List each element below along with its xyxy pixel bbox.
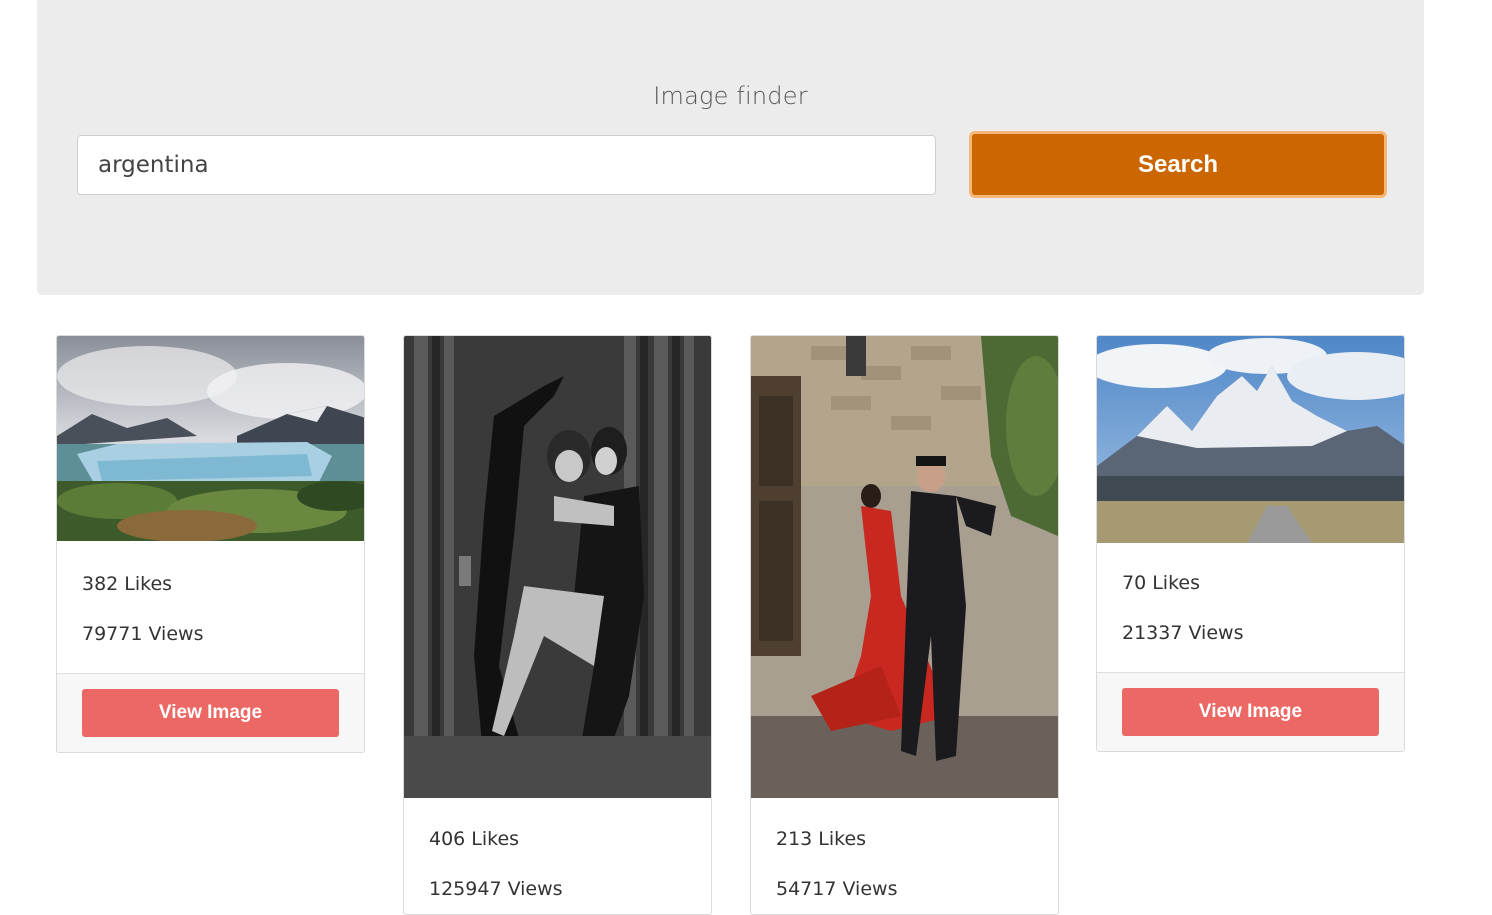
image-card: 213 Likes 54717 Views [750,335,1059,915]
search-panel: Image finder Search [37,0,1424,295]
image-card: 382 Likes 79771 Views View Image [56,335,365,753]
card-image[interactable] [404,336,711,798]
page-title: Image finder [653,82,808,110]
tango-dancers-red-dress-image [751,336,1058,798]
card-image[interactable] [57,336,364,541]
views-count: 21337 Views [1122,622,1244,644]
views-count: 125947 Views [429,878,563,900]
tango-dancers-bw-image [404,336,711,798]
card-image[interactable] [1097,336,1404,543]
search-input[interactable] [77,135,936,195]
likes-count: 213 Likes [776,828,867,850]
views-count: 54717 Views [776,878,898,900]
card-footer: View Image [1097,672,1404,751]
card-image[interactable] [751,336,1058,798]
view-image-button[interactable]: View Image [1122,688,1379,736]
glacier-landscape-image [57,336,364,541]
card-footer: View Image [57,673,364,752]
likes-count: 70 Likes [1122,572,1200,594]
search-button[interactable]: Search [969,131,1387,198]
image-card: 406 Likes 125947 Views [403,335,712,915]
likes-count: 406 Likes [429,828,520,850]
image-card: 70 Likes 21337 Views View Image [1096,335,1405,752]
view-image-button[interactable]: View Image [82,689,339,737]
likes-count: 382 Likes [82,573,173,595]
fitz-roy-mountain-road-image [1097,336,1404,543]
views-count: 79771 Views [82,623,204,645]
